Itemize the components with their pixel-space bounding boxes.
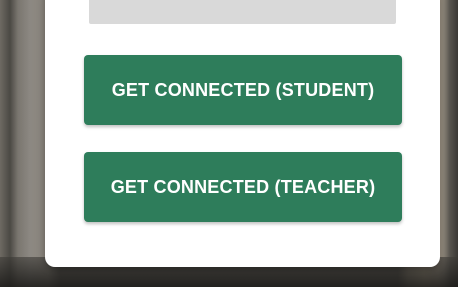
text-input-field[interactable] bbox=[89, 0, 396, 24]
get-connected-teacher-button[interactable]: GET CONNECTED (TEACHER) bbox=[84, 152, 402, 222]
get-connected-student-button[interactable]: GET CONNECTED (STUDENT) bbox=[84, 55, 402, 125]
connect-dialog: GET CONNECTED (STUDENT) GET CONNECTED (T… bbox=[45, 0, 440, 267]
